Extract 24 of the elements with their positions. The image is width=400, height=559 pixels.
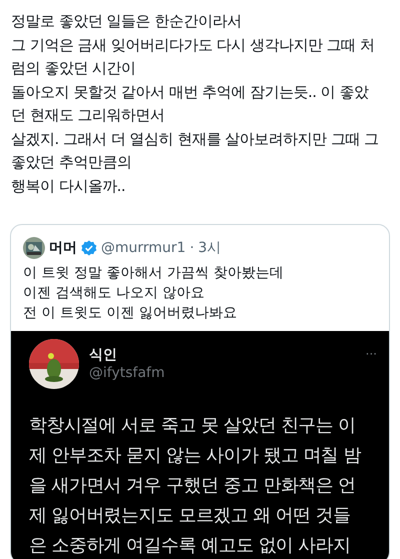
tweet-text-line: 제 안부조차 묻지 않는 사이가 됐고 며칠 밤 [29,444,361,468]
post-time[interactable]: 3시 [198,239,222,257]
post-text-line: 럼의 좋았던 시간이 [11,58,136,79]
tweet-text-line: 제 잃어버렸는지도 모르겠고 왜 어떤 것들 [29,504,350,528]
tweet-text-line: 을 새가면서 겨우 구했던 중고 만화책은 언 [29,474,356,498]
author-name[interactable]: 머머 [49,239,77,257]
post-text-line: 정말로 좋았던 일들은 한순간이라서 [11,11,242,32]
more-icon: ··· [366,347,377,361]
quote-text-line: 이 트윗 정말 좋아해서 가끔씩 찾아봤는데 [23,264,284,283]
tweet-text-line: 은 소중하게 여길수록 예고도 없이 사라지 [29,534,350,558]
post-text-line: 좋았던 추억만큼의 [11,152,132,173]
post-text-line: 던 현재도 그리워하면서 [11,105,165,126]
author-handle: @ifytsfafm [89,364,165,382]
quote-text-line: 전 이 트윗도 이젠 잃어버렸나봐요 [23,304,237,323]
quote-text-line: 이젠 검색해도 나오지 않아요 [23,284,204,303]
author-name: 식인 [89,346,117,364]
tweet-text-line: 학창시절에 서로 죽고 못 살았던 친구는 이 [29,414,356,438]
quote-card[interactable] [10,224,390,559]
separator-dot: · [190,240,194,256]
author-handle[interactable]: @murrmur1 [101,240,186,256]
post-text-line: 그 기억은 금새 잊어버리다가도 다시 생각나지만 그때 처 [11,34,374,56]
post-text-line: 돌아오지 못할것 같아서 매번 추억에 잠기는듯.. 이 좋았 [11,82,368,102]
post-text-line: 살겠지. 그래서 더 열심히 현재를 살아보려하지만 그때 그 [11,128,379,150]
post-text-line: 행복이 다시올까.. [11,176,126,196]
